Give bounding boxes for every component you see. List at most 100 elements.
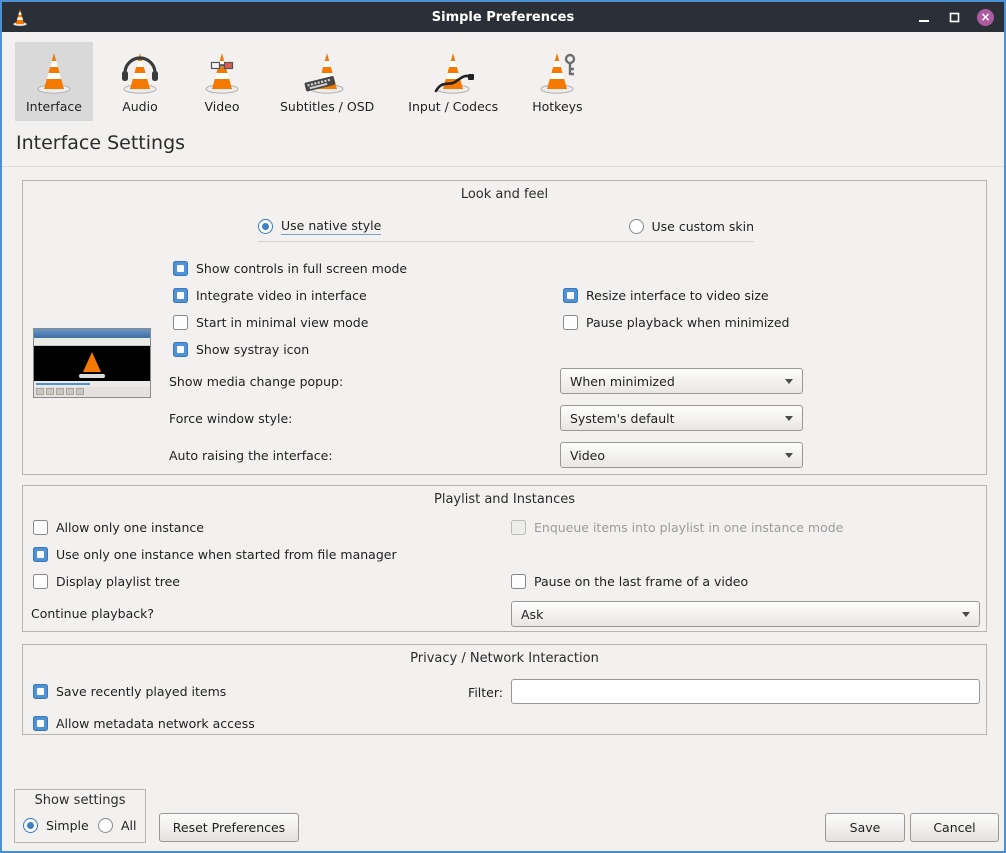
thumb-controls bbox=[34, 387, 150, 397]
checkbox-one-instance-filemanager[interactable]: Use only one instance when started from … bbox=[33, 543, 397, 565]
checkbox-label: Save recently played items bbox=[56, 684, 226, 699]
chevron-down-icon bbox=[785, 416, 793, 421]
radio-label: Use native style bbox=[281, 218, 381, 235]
checkbox-label: Enqueue items into playlist in one insta… bbox=[534, 520, 843, 535]
checkbox-label: Pause on the last frame of a video bbox=[534, 574, 748, 589]
radio-simple[interactable]: Simple bbox=[23, 818, 89, 833]
thumb-cone-icon bbox=[83, 352, 101, 372]
selected-value: When minimized bbox=[570, 374, 675, 389]
checkbox-indicator[interactable] bbox=[33, 574, 48, 589]
radio-indicator[interactable] bbox=[258, 219, 273, 234]
checkbox-one-instance[interactable]: Allow only one instance bbox=[33, 516, 204, 538]
label-force-window-style: Force window style: bbox=[169, 405, 292, 431]
close-button[interactable]: × bbox=[977, 9, 994, 26]
style-choice-row: Use native style Use custom skin bbox=[258, 211, 754, 242]
checkbox-playlist-tree[interactable]: Display playlist tree bbox=[33, 570, 180, 592]
radio-use-native-style[interactable]: Use native style bbox=[258, 218, 381, 235]
tab-input-codecs[interactable]: Input / Codecs bbox=[397, 42, 509, 121]
content-area: Interface Audio Video bbox=[2, 32, 1004, 851]
thumb-button bbox=[36, 388, 44, 395]
thumb-button bbox=[66, 388, 74, 395]
label-filter: Filter: bbox=[448, 679, 503, 705]
window-title: Simple Preferences bbox=[2, 10, 1004, 25]
checkbox-enqueue-one-instance: Enqueue items into playlist in one insta… bbox=[511, 516, 843, 538]
checkbox-integrate-video[interactable]: Integrate video in interface bbox=[173, 284, 367, 306]
force-window-style-select[interactable]: System's default bbox=[560, 405, 803, 431]
thumb-seekbar bbox=[34, 381, 150, 387]
checkbox-label: Integrate video in interface bbox=[196, 288, 367, 303]
checkbox-pause-last-frame[interactable]: Pause on the last frame of a video bbox=[511, 570, 748, 592]
show-settings-group: Show settings Simple All bbox=[14, 789, 146, 843]
tab-interface[interactable]: Interface bbox=[15, 42, 93, 121]
thumb-button bbox=[46, 388, 54, 395]
checkbox-indicator bbox=[511, 520, 526, 535]
checkbox-indicator[interactable] bbox=[563, 315, 578, 330]
restore-button[interactable] bbox=[947, 10, 961, 24]
thumb-titlebar bbox=[34, 329, 150, 338]
checkbox-systray-icon[interactable]: Show systray icon bbox=[173, 338, 309, 360]
checkbox-minimal-view[interactable]: Start in minimal view mode bbox=[173, 311, 368, 333]
checkbox-indicator[interactable] bbox=[33, 520, 48, 535]
checkbox-save-recent[interactable]: Save recently played items bbox=[33, 680, 226, 702]
checkbox-indicator[interactable] bbox=[173, 288, 188, 303]
checkbox-indicator[interactable] bbox=[33, 716, 48, 731]
titlebar[interactable]: Simple Preferences × bbox=[2, 2, 1004, 32]
thumb-cone-base bbox=[79, 374, 105, 378]
selected-value: Ask bbox=[521, 607, 543, 622]
thumb-button bbox=[56, 388, 64, 395]
radio-all[interactable]: All bbox=[98, 818, 137, 833]
tab-hotkeys[interactable]: Hotkeys bbox=[521, 42, 593, 121]
continue-playback-select[interactable]: Ask bbox=[511, 601, 980, 627]
minimize-button[interactable] bbox=[917, 10, 931, 24]
tab-audio[interactable]: Audio bbox=[105, 42, 175, 121]
checkbox-indicator[interactable] bbox=[173, 261, 188, 276]
divider bbox=[2, 166, 1004, 167]
video-cone-icon bbox=[198, 48, 246, 96]
vlc-app-icon bbox=[10, 7, 30, 27]
window-controls: × bbox=[917, 9, 1004, 26]
checkbox-metadata-access[interactable]: Allow metadata network access bbox=[33, 712, 255, 734]
tab-label: Subtitles / OSD bbox=[280, 99, 374, 114]
checkbox-indicator[interactable] bbox=[563, 288, 578, 303]
radio-use-custom-skin[interactable]: Use custom skin bbox=[629, 219, 754, 234]
audio-headphones-cone-icon bbox=[116, 48, 164, 96]
group-title: Privacy / Network Interaction bbox=[23, 651, 986, 666]
chevron-down-icon bbox=[785, 379, 793, 384]
radio-label: Simple bbox=[46, 818, 89, 833]
auto-raising-select[interactable]: Video bbox=[560, 442, 803, 468]
checkbox-indicator[interactable] bbox=[173, 342, 188, 357]
checkbox-indicator[interactable] bbox=[33, 547, 48, 562]
checkbox-indicator[interactable] bbox=[511, 574, 526, 589]
radio-indicator[interactable] bbox=[23, 818, 38, 833]
category-toolbar: Interface Audio Video bbox=[15, 42, 594, 121]
hotkeys-cone-icon bbox=[533, 48, 581, 96]
checkbox-label: Show controls in full screen mode bbox=[196, 261, 407, 276]
checkbox-indicator[interactable] bbox=[173, 315, 188, 330]
thumb-button bbox=[76, 388, 84, 395]
group-title: Playlist and Instances bbox=[23, 492, 986, 507]
look-and-feel-group: Look and feel Use native style Use custo… bbox=[22, 180, 987, 475]
selected-value: System's default bbox=[570, 411, 675, 426]
chevron-down-icon bbox=[785, 453, 793, 458]
thumb-menubar bbox=[34, 338, 150, 346]
radio-indicator[interactable] bbox=[98, 818, 113, 833]
media-change-popup-select[interactable]: When minimized bbox=[560, 368, 803, 394]
cancel-button[interactable]: Cancel bbox=[910, 813, 999, 842]
checkbox-resize-interface[interactable]: Resize interface to video size bbox=[563, 284, 769, 306]
checkbox-show-controls-fullscreen[interactable]: Show controls in full screen mode bbox=[173, 257, 407, 279]
radio-indicator[interactable] bbox=[629, 219, 644, 234]
radio-label: Use custom skin bbox=[652, 219, 754, 234]
filter-input[interactable] bbox=[511, 679, 980, 704]
input-codecs-cone-icon bbox=[429, 48, 477, 96]
tab-video[interactable]: Video bbox=[187, 42, 257, 121]
checkbox-pause-when-minimized[interactable]: Pause playback when minimized bbox=[563, 311, 790, 333]
checkbox-label: Use only one instance when started from … bbox=[56, 547, 397, 562]
checkbox-label: Start in minimal view mode bbox=[196, 315, 368, 330]
checkbox-indicator[interactable] bbox=[33, 684, 48, 699]
tab-subtitles-osd[interactable]: Subtitles / OSD bbox=[269, 42, 385, 121]
group-title: Look and feel bbox=[23, 187, 986, 202]
minimize-icon bbox=[919, 20, 929, 22]
privacy-network-group: Privacy / Network Interaction Save recen… bbox=[22, 644, 987, 735]
save-button[interactable]: Save bbox=[825, 813, 905, 842]
reset-preferences-button[interactable]: Reset Preferences bbox=[159, 813, 299, 842]
